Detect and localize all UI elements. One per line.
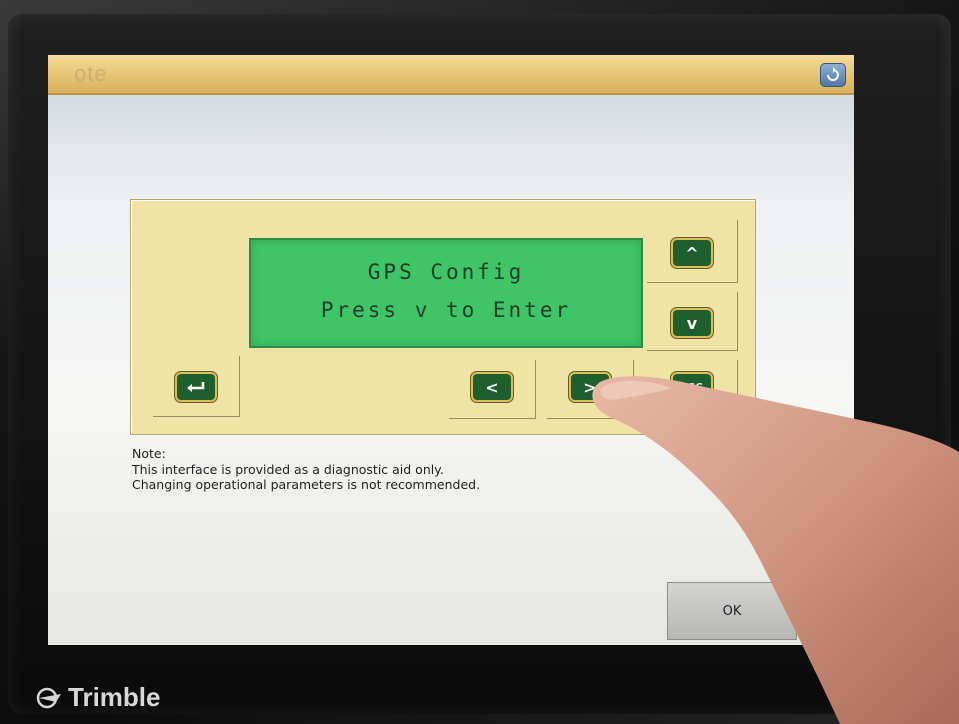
display-screen: ote GPS Config Press v to Enter ^ v < > … (48, 55, 854, 645)
trimble-logo: Trimble (36, 682, 160, 713)
title-bar: ote (48, 55, 854, 95)
right-button[interactable]: > (569, 372, 611, 402)
note-line-2: Changing operational parameters is not r… (132, 477, 481, 492)
right-arrow-icon: > (583, 377, 597, 397)
down-arrow-icon: v (686, 313, 698, 333)
esc-key-cell: ESC (647, 360, 738, 419)
up-button[interactable]: ^ (671, 238, 713, 268)
note-heading: Note: (132, 446, 166, 461)
up-arrow-icon: ^ (685, 243, 699, 263)
lcd-line-2: Press v to Enter (320, 298, 572, 322)
note-line-1: This interface is provided as a diagnost… (132, 461, 444, 477)
left-arrow-icon: < (485, 377, 499, 397)
ok-button[interactable]: OK (667, 582, 797, 640)
esc-button[interactable]: ESC (671, 372, 713, 402)
window-title: ote (74, 61, 108, 86)
up-key-cell: ^ (647, 220, 738, 283)
down-button[interactable]: v (671, 308, 713, 338)
enter-arrow-icon (187, 382, 205, 392)
enter-key-cell (153, 356, 240, 417)
left-key-cell: < (449, 360, 536, 419)
esc-label: ESC (681, 381, 703, 393)
refresh-icon[interactable] (820, 63, 846, 87)
brand-name: Trimble (68, 682, 161, 712)
enter-button[interactable] (175, 372, 217, 402)
left-button[interactable]: < (471, 372, 513, 402)
ok-label: OK (722, 603, 742, 619)
note-text: Note: This interface is provided as a di… (132, 446, 480, 493)
remote-keypad-panel: GPS Config Press v to Enter ^ v < > ESC (130, 199, 756, 435)
lcd-display: GPS Config Press v to Enter (249, 238, 643, 348)
trimble-globe-icon (36, 687, 61, 708)
right-key-cell: > (547, 360, 634, 419)
lcd-line-1: GPS Config (367, 260, 525, 284)
down-key-cell: v (647, 292, 738, 351)
